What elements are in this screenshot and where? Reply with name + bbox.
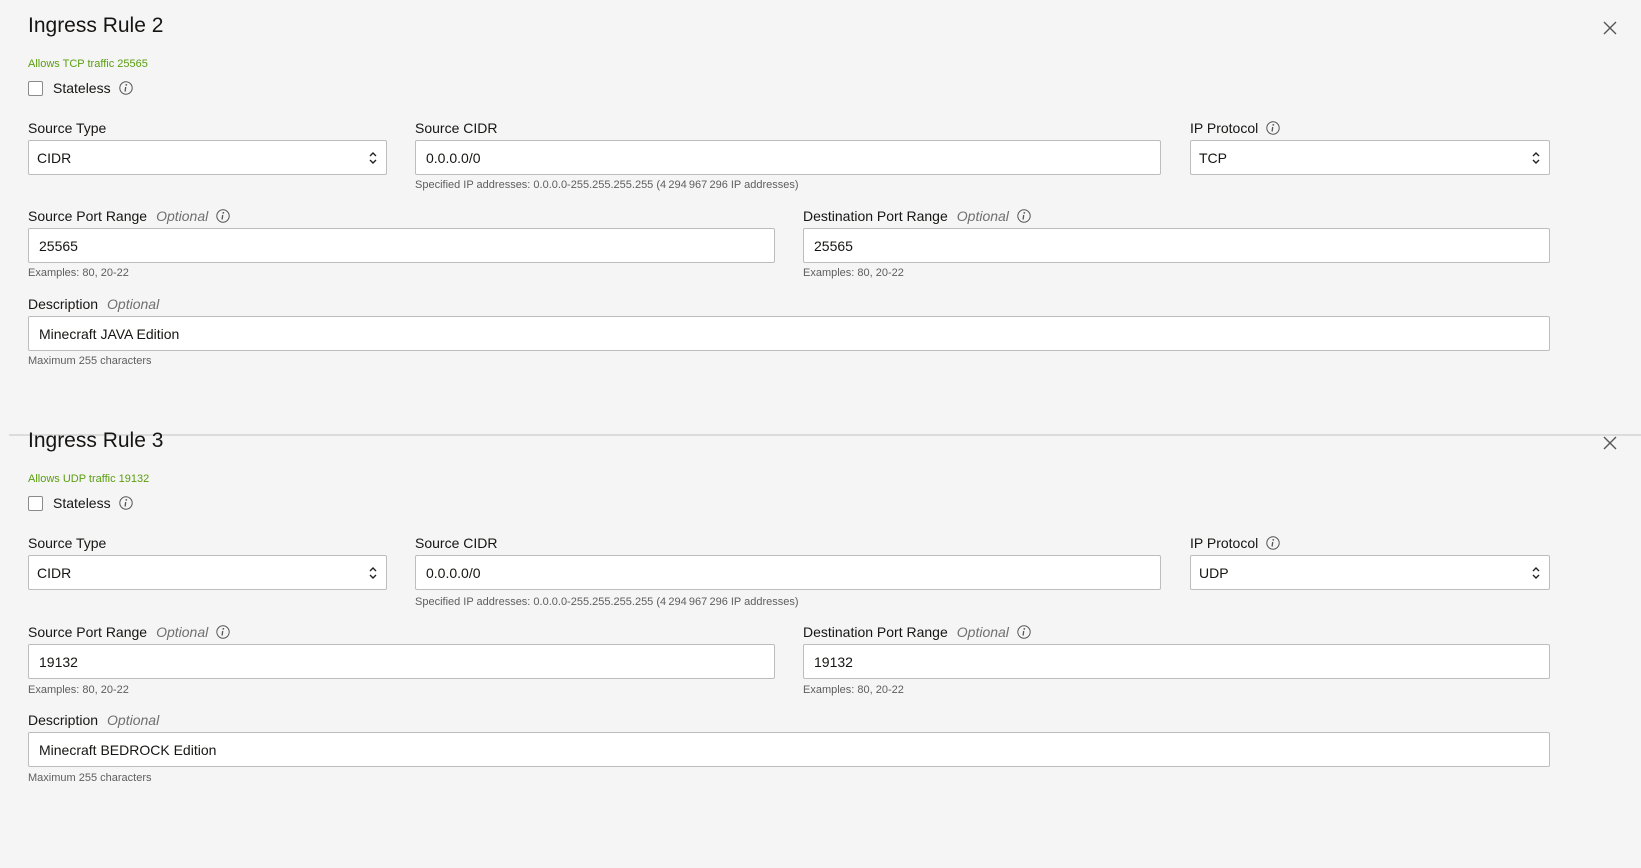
stateless-option: Stateless xyxy=(28,80,133,96)
stateless-label: Stateless xyxy=(53,495,111,511)
rule-title: Ingress Rule 3 xyxy=(28,429,164,452)
stateless-option: Stateless xyxy=(28,495,133,511)
info-icon[interactable] xyxy=(1017,209,1031,223)
source-type-label-text: Source Type xyxy=(28,120,107,136)
description-input[interactable]: Minecraft BEDROCK Edition xyxy=(28,732,1550,767)
source-port-value: 19132 xyxy=(39,653,78,670)
dest-port-hint: Examples: 80, 20-22 xyxy=(803,267,904,279)
info-icon[interactable] xyxy=(118,496,133,510)
description-label: Description Optional xyxy=(28,296,159,312)
source-cidr-label: Source CIDR xyxy=(415,120,497,136)
ingress-rule-2: Ingress Rule 2 Allows TCP traffic 25565 … xyxy=(9,0,1641,434)
select-arrows-icon xyxy=(1532,152,1540,164)
optional-tag: Optional xyxy=(156,624,209,640)
dest-port-label-text: Destination Port Range xyxy=(803,208,948,224)
close-icon[interactable] xyxy=(1601,434,1619,452)
source-cidr-hint: Specified IP addresses: 0.0.0.0-255.255.… xyxy=(415,596,799,608)
rule-summary: Allows UDP traffic 19132 xyxy=(28,473,150,485)
source-cidr-input[interactable]: 0.0.0.0/0 xyxy=(415,140,1161,175)
source-type-value: CIDR xyxy=(37,149,72,166)
source-cidr-value: 0.0.0.0/0 xyxy=(426,564,481,581)
description-input[interactable]: Minecraft JAVA Edition xyxy=(28,316,1550,351)
source-port-label-text: Source Port Range xyxy=(28,208,148,224)
info-icon[interactable] xyxy=(1017,625,1031,639)
select-arrows-icon xyxy=(369,152,377,164)
source-cidr-value: 0.0.0.0/0 xyxy=(426,149,481,166)
optional-tag: Optional xyxy=(107,712,160,728)
ip-protocol-label-text: IP Protocol xyxy=(1190,535,1259,551)
source-port-label: Source Port Range Optional xyxy=(28,208,230,224)
optional-tag: Optional xyxy=(156,208,209,224)
stateless-checkbox[interactable] xyxy=(28,80,43,96)
source-cidr-label-text: Source CIDR xyxy=(415,120,498,136)
ingress-rule-3: Ingress Rule 3 Allows UDP traffic 19132 … xyxy=(9,429,1641,868)
info-icon[interactable] xyxy=(1266,121,1280,135)
ip-protocol-select[interactable]: UDP xyxy=(1190,555,1550,590)
description-label: Description Optional xyxy=(28,712,159,728)
source-type-label: Source Type xyxy=(28,535,106,551)
source-port-input[interactable]: 25565 xyxy=(28,228,775,263)
ip-protocol-value: TCP xyxy=(1199,149,1227,166)
dest-port-label: Destination Port Range Optional xyxy=(803,208,1031,224)
description-value: Minecraft JAVA Edition xyxy=(39,325,180,342)
source-port-label: Source Port Range Optional xyxy=(28,624,230,640)
source-port-hint: Examples: 80, 20-22 xyxy=(28,684,129,696)
source-type-select[interactable]: CIDR xyxy=(28,140,387,175)
source-cidr-label-text: Source CIDR xyxy=(415,535,498,551)
rule-summary: Allows TCP traffic 25565 xyxy=(28,58,148,70)
source-cidr-hint: Specified IP addresses: 0.0.0.0-255.255.… xyxy=(415,179,799,191)
description-hint: Maximum 255 characters xyxy=(28,772,152,784)
ip-protocol-label: IP Protocol xyxy=(1190,120,1280,136)
select-arrows-icon xyxy=(1532,567,1540,579)
source-type-label: Source Type xyxy=(28,120,106,136)
info-icon[interactable] xyxy=(118,81,133,95)
description-label-text: Description xyxy=(28,712,99,728)
source-type-label-text: Source Type xyxy=(28,535,107,551)
ip-protocol-value: UDP xyxy=(1199,564,1229,581)
optional-tag: Optional xyxy=(956,624,1009,640)
source-port-input[interactable]: 19132 xyxy=(28,644,775,679)
description-value: Minecraft BEDROCK Edition xyxy=(39,741,217,758)
source-cidr-input[interactable]: 0.0.0.0/0 xyxy=(415,555,1161,590)
dest-port-label-text: Destination Port Range xyxy=(803,624,948,640)
rule-title: Ingress Rule 2 xyxy=(28,14,164,37)
optional-tag: Optional xyxy=(956,208,1009,224)
ip-protocol-label: IP Protocol xyxy=(1190,535,1280,551)
optional-tag: Optional xyxy=(107,296,160,312)
source-port-hint: Examples: 80, 20-22 xyxy=(28,267,129,279)
source-type-select[interactable]: CIDR xyxy=(28,555,387,590)
source-cidr-label: Source CIDR xyxy=(415,535,497,551)
close-icon[interactable] xyxy=(1601,19,1619,37)
info-icon[interactable] xyxy=(216,209,230,223)
info-icon[interactable] xyxy=(1266,536,1280,550)
dest-port-value: 19132 xyxy=(814,653,853,670)
description-label-text: Description xyxy=(28,296,99,312)
dest-port-input[interactable]: 25565 xyxy=(803,228,1550,263)
source-port-value: 25565 xyxy=(39,237,78,254)
source-port-label-text: Source Port Range xyxy=(28,624,148,640)
dest-port-input[interactable]: 19132 xyxy=(803,644,1550,679)
select-arrows-icon xyxy=(369,567,377,579)
dest-port-value: 25565 xyxy=(814,237,853,254)
stateless-label: Stateless xyxy=(53,80,111,96)
dest-port-label: Destination Port Range Optional xyxy=(803,624,1031,640)
ip-protocol-select[interactable]: TCP xyxy=(1190,140,1550,175)
description-hint: Maximum 255 characters xyxy=(28,355,152,367)
info-icon[interactable] xyxy=(216,625,230,639)
ip-protocol-label-text: IP Protocol xyxy=(1190,120,1259,136)
stateless-checkbox[interactable] xyxy=(28,495,43,511)
source-type-value: CIDR xyxy=(37,564,72,581)
dest-port-hint: Examples: 80, 20-22 xyxy=(803,684,904,696)
